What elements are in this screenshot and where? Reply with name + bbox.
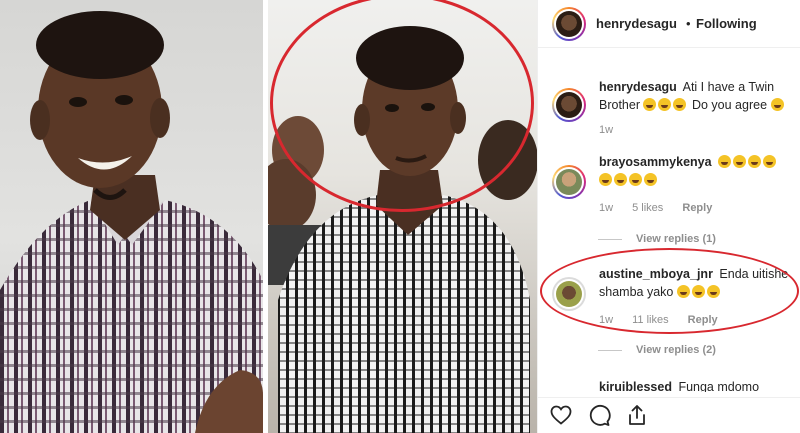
post-author-username[interactable]: henrydesagu <box>596 16 677 31</box>
laughing-emoji-icon <box>763 155 777 168</box>
red-oval-annotation <box>540 248 799 334</box>
comment-username[interactable]: henrydesagu <box>599 80 677 94</box>
laughing-emoji-icon <box>644 173 657 186</box>
comment-text-end: Do you agree <box>691 98 768 112</box>
header-separator: • <box>686 16 691 31</box>
comment-body: brayosammykenya <box>599 153 794 189</box>
laughing-emoji-icon <box>770 98 784 111</box>
view-replies-button[interactable]: View replies (2) <box>598 344 716 356</box>
laughing-emoji-icon <box>614 173 627 186</box>
comment-time: 1w <box>599 202 614 214</box>
view-replies-label: View replies (2) <box>636 344 716 356</box>
comment-body: henrydesagu Ati I have a Twin Brother Do… <box>599 78 794 114</box>
laughing-emoji-icon <box>629 173 642 186</box>
laughing-emoji-icon <box>748 155 762 168</box>
comment-text-cont: Brother <box>599 98 640 112</box>
post-actions <box>549 403 649 427</box>
comment-body: kiruiblessed Funga mdomo <box>599 378 794 392</box>
comment-time: 1w <box>599 124 614 136</box>
comment-icon[interactable] <box>587 403 611 427</box>
laughing-emoji-icon <box>658 98 672 111</box>
actions-divider <box>537 397 800 398</box>
comment-meta: 1w 5 likes Reply <box>599 202 728 214</box>
comment-meta: 1w <box>599 124 629 136</box>
grinning-emoji-icon <box>643 98 657 111</box>
laughing-emoji-icon <box>599 173 612 186</box>
avatar[interactable] <box>552 165 586 199</box>
share-icon[interactable] <box>625 403 649 427</box>
avatar[interactable] <box>552 7 586 41</box>
comment-text: Ati I have a Twin <box>682 80 775 94</box>
red-circle-annotation <box>270 0 534 212</box>
comment-likes[interactable]: 5 likes <box>632 202 663 214</box>
following-button[interactable]: Following <box>696 16 757 31</box>
avatar[interactable] <box>552 88 586 122</box>
portrait-photo-left <box>0 0 263 433</box>
replies-divider <box>598 238 622 240</box>
laughing-emoji-icon <box>673 98 687 111</box>
view-replies-button[interactable]: View replies (1) <box>598 233 716 245</box>
comment-username[interactable]: brayosammykenya <box>599 155 712 169</box>
reply-button[interactable]: Reply <box>682 202 712 214</box>
heart-icon[interactable] <box>549 403 573 427</box>
photo-collage <box>0 0 537 433</box>
comment-username[interactable]: kiruiblessed <box>599 380 672 392</box>
replies-divider <box>598 349 622 351</box>
post-header: henrydesagu • Following <box>538 0 800 48</box>
view-replies-label: View replies (1) <box>636 233 716 245</box>
laughing-emoji-icon <box>733 155 747 168</box>
comments-panel: henrydesagu • Following henrydesagu Ati … <box>537 0 800 433</box>
comment-text: Funga mdomo <box>678 380 760 392</box>
laughing-emoji-icon <box>718 155 732 168</box>
